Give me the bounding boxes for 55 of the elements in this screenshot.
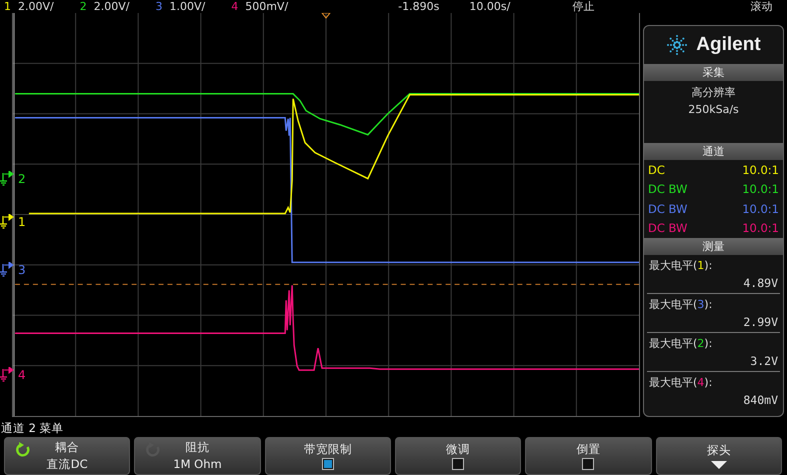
softkey-button[interactable]: 耦合 直流DC <box>4 437 130 475</box>
ground-marker-icon <box>0 367 14 383</box>
section-header: 通道 <box>644 143 783 160</box>
channel-marker[interactable]: 4 <box>18 369 26 381</box>
measurement-value: 840mV <box>742 392 778 409</box>
ground-marker-icon <box>0 214 14 230</box>
softkey-button[interactable]: 微调 <box>394 437 522 475</box>
checkbox[interactable] <box>582 458 594 470</box>
probe-ratio: 10.0:1 <box>742 182 779 196</box>
run-state: 停止 <box>572 0 594 12</box>
measurement-label: 最大电平(2): <box>649 336 714 352</box>
channel-coupling: DC BW <box>648 202 688 216</box>
down-arrow-icon <box>710 459 727 469</box>
channel-number: 2 <box>78 0 87 12</box>
ground-marker-icon <box>0 262 14 278</box>
starburst-logo-icon <box>666 34 688 56</box>
ground-marker-icon <box>0 171 14 187</box>
softkey-button[interactable]: 阻抗 1M Ohm <box>134 437 261 475</box>
trigger-position-icon <box>320 13 332 19</box>
section-header: 测量 <box>644 238 783 255</box>
vertical-scale: 2.00V/ <box>94 0 130 12</box>
time-base: 10.00s/ <box>469 0 510 12</box>
measurement-value: 2.99V <box>742 314 778 331</box>
channel-coupling: DC <box>648 162 665 177</box>
vertical-scale: 2.00V/ <box>18 0 54 12</box>
measurement-value: 3.2V <box>749 353 778 370</box>
channel-marker[interactable]: 1 <box>18 216 26 228</box>
channel-number: 3 <box>154 0 162 12</box>
acquisition-mode: 高分辨率 <box>690 85 736 101</box>
channel-marker[interactable]: 2 <box>18 173 26 185</box>
probe-ratio: 10.0:1 <box>742 162 779 177</box>
softkey-button[interactable]: 带宽限制 <box>264 437 391 475</box>
measurement-label: 最大电平(4): <box>649 375 714 391</box>
sample-rate: 250kSa/s <box>687 102 740 118</box>
channel-coupling: DC BW <box>648 221 688 236</box>
time-delay: -1.890s <box>398 0 440 12</box>
softkey-button[interactable]: 探头 <box>656 437 782 475</box>
measurement-label: 最大电平(3): <box>649 297 714 313</box>
softkey-button[interactable]: 倒置 <box>525 437 652 475</box>
channel-coupling: DC BW <box>648 182 688 196</box>
channel-number: 4 <box>230 0 238 12</box>
probe-ratio: 10.0:1 <box>742 202 779 216</box>
channel-number: 1 <box>3 0 11 12</box>
menu-title: 通道 2 菜单 <box>0 420 65 435</box>
section-header: 采集 <box>644 64 783 81</box>
vertical-scale: 500mV/ <box>245 0 288 12</box>
mode-label: 滚动 <box>750 0 772 12</box>
checkbox[interactable] <box>322 458 334 470</box>
measurement-label: 最大电平(1): <box>649 258 714 274</box>
probe-ratio: 10.0:1 <box>742 221 779 236</box>
measurement-value: 4.89V <box>742 275 778 292</box>
brand-name: Agilent <box>696 34 761 56</box>
checkbox[interactable] <box>452 458 464 470</box>
vertical-scale: 1.00V/ <box>169 0 206 12</box>
channel-marker[interactable]: 3 <box>18 264 26 276</box>
